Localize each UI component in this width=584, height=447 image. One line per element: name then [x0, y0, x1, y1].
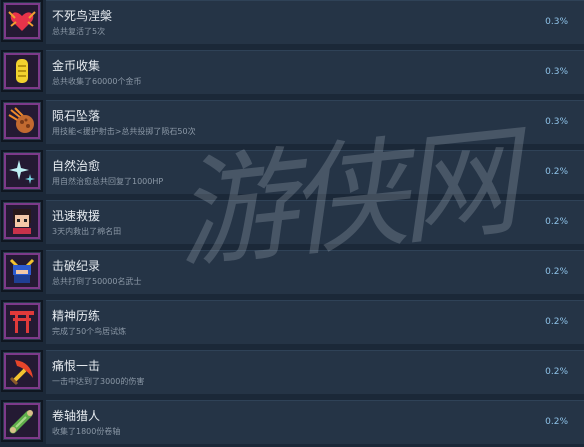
achievement-description: 总共打倒了50000名武士 [52, 277, 142, 286]
achievement-title: 自然治愈 [52, 159, 101, 173]
achievement-icon-frame [1, 50, 43, 92]
achievement-percent: 0.3% [545, 67, 568, 77]
achievement-percent: 0.2% [545, 167, 568, 177]
achievement-description: 用自然治愈总共回复了1000HP [52, 177, 164, 186]
achievement-row[interactable]: 卷轴猎人 收集了1800份卷轴 0.2% [0, 400, 584, 447]
achievement-icon-frame [1, 200, 43, 242]
achievement-panel: 金币收集 总共收集了60000个金币 0.3% [46, 50, 584, 94]
rescued-girl-icon [13, 209, 31, 234]
achievement-panel: 迅速救援 3天内救出了棉名田 0.2% [46, 200, 584, 244]
achievement-row[interactable]: 陨石坠落 用技能<援护射击>总共投掷了陨石50次 0.3% [0, 100, 584, 147]
achievement-panel: 不死鸟涅槃 总共复活了5次 0.3% [46, 0, 584, 44]
achievement-title: 金币收集 [52, 59, 101, 73]
achievement-percent: 0.3% [545, 17, 568, 27]
phoenix-heart-icon [8, 11, 36, 31]
achievement-percent: 0.2% [545, 217, 568, 227]
achievement-description: 完成了50个鸟居试炼 [52, 327, 127, 336]
achievement-percent: 0.2% [545, 417, 568, 427]
achievement-description: 收集了1800份卷轴 [52, 427, 121, 436]
achievement-percent: 0.2% [545, 317, 568, 327]
achievement-description: 用技能<援护射击>总共投掷了陨石50次 [52, 127, 196, 136]
achievement-title: 卷轴猎人 [52, 409, 101, 423]
achievement-row[interactable]: 不死鸟涅槃 总共复活了5次 0.3% [0, 0, 584, 47]
achievement-description: 总共收集了60000个金币 [52, 77, 142, 86]
achievement-panel: 卷轴猎人 收集了1800份卷轴 0.2% [46, 400, 584, 444]
achievement-title: 痛恨一击 [52, 359, 101, 373]
achievement-description: 一击中达到了3000的伤害 [52, 377, 145, 386]
achievement-title: 陨石坠落 [52, 109, 101, 123]
flaming-sword-icon [9, 360, 33, 386]
achievement-percent: 0.2% [545, 267, 568, 277]
achievement-row[interactable]: 击破纪录 总共打倒了50000名武士 0.2% [0, 250, 584, 297]
scroll-icon [9, 410, 33, 434]
achievement-row[interactable]: 精神历练 完成了50个鸟居试炼 0.2% [0, 300, 584, 347]
achievement-description: 3天内救出了棉名田 [52, 227, 122, 236]
achievement-panel: 自然治愈 用自然治愈总共回复了1000HP 0.2% [46, 150, 584, 194]
achievement-description: 总共复活了5次 [52, 27, 106, 36]
achievement-title: 不死鸟涅槃 [52, 9, 113, 23]
gold-coin-icon [16, 59, 28, 83]
achievement-panel: 击破纪录 总共打倒了50000名武士 0.2% [46, 250, 584, 294]
achievement-title: 迅速救援 [52, 209, 101, 223]
meteor-icon [8, 107, 34, 133]
achievement-percent: 0.2% [545, 367, 568, 377]
achievement-icon-frame [1, 0, 43, 42]
achievement-icon-frame [1, 400, 43, 442]
achievement-row[interactable]: 自然治愈 用自然治愈总共回复了1000HP 0.2% [0, 150, 584, 197]
achievement-title: 击破纪录 [52, 259, 101, 273]
achievement-icon-frame [1, 100, 43, 142]
achievement-percent: 0.3% [545, 117, 568, 127]
achievement-title: 精神历练 [52, 309, 101, 323]
samurai-helmet-icon [9, 258, 35, 283]
achievement-icon-frame [1, 150, 43, 192]
achievement-row[interactable]: 痛恨一击 一击中达到了3000的伤害 0.2% [0, 350, 584, 397]
achievement-panel: 陨石坠落 用技能<援护射击>总共投掷了陨石50次 0.3% [46, 100, 584, 144]
achievement-icon-frame [1, 350, 43, 392]
achievement-icon-frame [1, 250, 43, 292]
achievement-panel: 精神历练 完成了50个鸟居试炼 0.2% [46, 300, 584, 344]
achievement-icon-frame [1, 300, 43, 342]
achievement-panel: 痛恨一击 一击中达到了3000的伤害 0.2% [46, 350, 584, 394]
sparkle-heal-icon [9, 160, 35, 184]
achievement-row[interactable]: 迅速救援 3天内救出了棉名田 0.2% [0, 200, 584, 247]
achievement-row[interactable]: 金币收集 总共收集了60000个金币 0.3% [0, 50, 584, 97]
torii-gate-icon [10, 311, 34, 333]
